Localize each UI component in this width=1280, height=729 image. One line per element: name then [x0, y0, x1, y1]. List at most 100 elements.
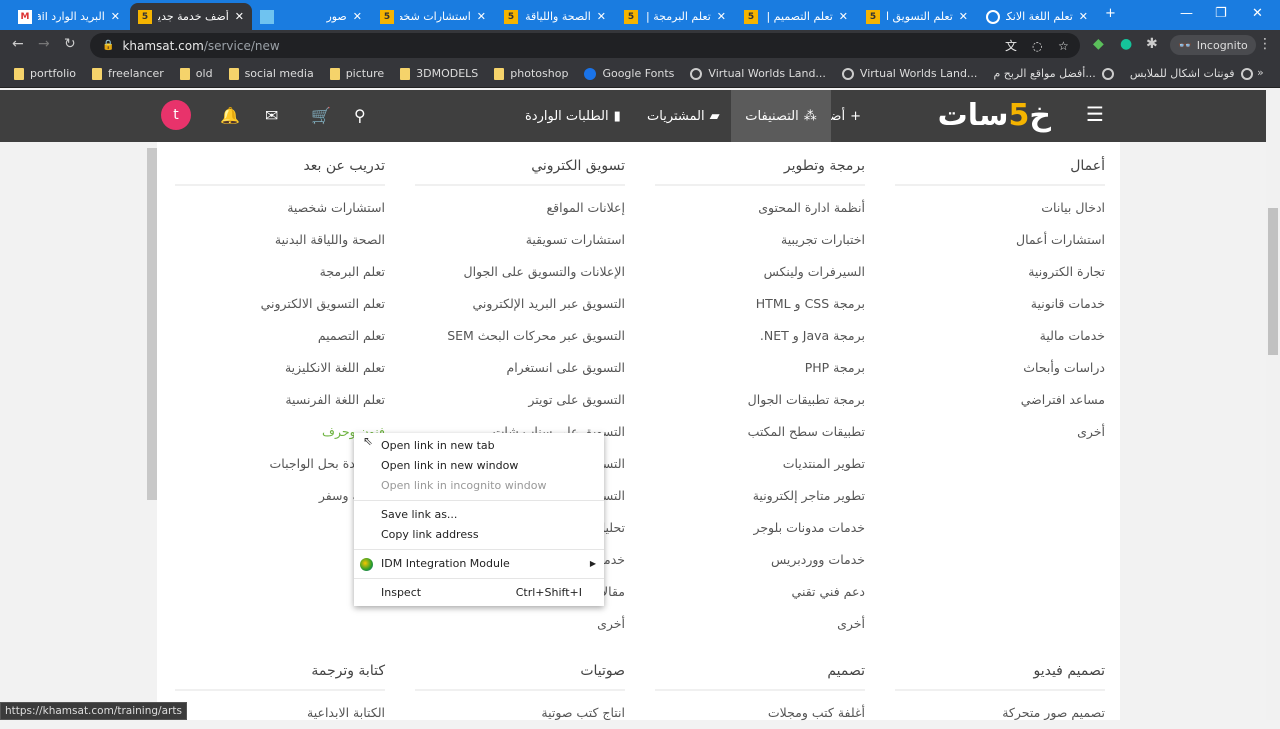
page-scrollbar[interactable] [1266, 90, 1280, 720]
subcategory-link[interactable]: استشارات تسويقية [415, 224, 625, 256]
subcategory-link[interactable]: التسويق على انستغرام [415, 352, 625, 384]
subcategory-link[interactable]: خدمات قانونية [895, 288, 1105, 320]
bookmark-item[interactable]: أفضل مواقع الربح م... [993, 67, 1114, 80]
bookmark-item[interactable]: Google Fonts [584, 67, 674, 80]
bookmark-item[interactable]: picture [329, 67, 384, 80]
subcategory-link[interactable]: دعم فني تقني [655, 576, 865, 608]
bookmark-item[interactable]: portfolio [14, 67, 76, 80]
bookmark-item[interactable]: Virtual Worlds Land... [841, 67, 977, 80]
subcategory-link[interactable]: تطوير متاجر إلكترونية [655, 480, 865, 512]
browser-tab[interactable]: صور ✕ [252, 3, 370, 30]
eye-off-icon[interactable]: ◌ [1032, 39, 1042, 53]
subcategory-link[interactable]: التسويق على تويتر [415, 384, 625, 416]
nav-purchases[interactable]: ▰ المشتريات [632, 90, 735, 142]
close-tab-icon[interactable]: ✕ [235, 10, 244, 23]
browser-tab[interactable]: 5 الصحة واللياقة ✕ [496, 3, 614, 30]
bookmark-item[interactable]: social media [228, 67, 314, 80]
grammarly-icon[interactable]: ● [1120, 36, 1132, 52]
reload-icon[interactable]: ↻ [64, 36, 76, 52]
subcategory-link[interactable]: تطوير المنتديات [655, 448, 865, 480]
bookmark-item[interactable]: freelancer [92, 67, 164, 80]
subcategory-link[interactable]: برمجة Java و NET. [655, 320, 865, 352]
close-tab-icon[interactable]: ✕ [111, 10, 120, 23]
category-heading[interactable]: كتابة وترجمة [175, 657, 385, 691]
search-icon[interactable]: ⚲ [354, 106, 366, 125]
browser-tab[interactable]: 5 أضف خدمة جديدة ✕ [130, 3, 252, 30]
subcategory-link[interactable]: انتاج كتب صوتية [415, 697, 625, 729]
subcategory-link[interactable]: مساعد افتراضي [895, 384, 1105, 416]
menu-open-new-tab[interactable]: Open link in new tab [354, 436, 604, 456]
menu-open-new-window[interactable]: Open link in new window [354, 456, 604, 476]
inner-scrollbar[interactable] [147, 148, 157, 500]
subcategory-link[interactable]: استشارات أعمال [895, 224, 1105, 256]
close-tab-icon[interactable]: ✕ [597, 10, 606, 23]
close-tab-icon[interactable]: ✕ [1079, 10, 1088, 23]
maximize-button[interactable]: ❐ [1215, 6, 1227, 21]
minimize-button[interactable]: — [1180, 6, 1193, 21]
subcategory-link[interactable]: خدمات ووردبريس [655, 544, 865, 576]
category-heading[interactable]: برمجة وتطوير [655, 152, 865, 186]
category-heading[interactable]: تدريب عن بعد [175, 152, 385, 186]
close-tab-icon[interactable]: ✕ [353, 10, 362, 23]
close-tab-icon[interactable]: ✕ [959, 10, 968, 23]
subcategory-link[interactable]: تعلم اللغة الفرنسية [175, 384, 385, 416]
extension-icon[interactable]: ◆ [1093, 36, 1104, 52]
subcategory-link[interactable]: خدمات مالية [895, 320, 1105, 352]
subcategory-link[interactable]: أخرى [655, 608, 865, 640]
subcategory-link[interactable]: تعلم البرمجة [175, 256, 385, 288]
browser-tab[interactable]: M البريد الوارد nail ✕ [10, 3, 128, 30]
category-heading[interactable]: تصميم فيديو [895, 657, 1105, 691]
bookmark-item[interactable]: old [179, 67, 213, 80]
browser-tab[interactable]: 5 تعلم البرمجة | خمسات ✕ [616, 3, 734, 30]
bookmark-item[interactable]: Virtual Worlds Land... [690, 67, 826, 80]
close-tab-icon[interactable]: ✕ [839, 10, 848, 23]
incognito-badge[interactable]: 👓 Incognito [1170, 35, 1256, 55]
subcategory-link[interactable]: تعلم اللغة الانكليزية [175, 352, 385, 384]
browser-tab[interactable]: تعلم اللغة الانكليزية ✕ [978, 3, 1096, 30]
avatar[interactable]: t [161, 100, 191, 130]
subcategory-link[interactable]: تطبيقات سطح المكتب [655, 416, 865, 448]
back-icon[interactable]: ← [12, 36, 24, 52]
subcategory-link[interactable]: إعلانات المواقع [415, 192, 626, 224]
bookmark-item[interactable]: فونتات اشكال للملابس [1130, 67, 1253, 80]
browser-tab[interactable]: 5 تعلم التصميم | خمسات ✕ [736, 3, 856, 30]
subcategory-link[interactable]: تجارة الكترونية [895, 256, 1105, 288]
nav-categories[interactable]: ⁂ التصنيفات [731, 90, 831, 142]
subcategory-link[interactable]: أغلفة كتب ومجلات [655, 697, 865, 729]
subcategory-link[interactable]: الصحة واللياقة البدنية [175, 224, 385, 256]
subcategory-link[interactable]: برمجة PHP [655, 352, 865, 384]
subcategory-link[interactable]: برمجة تطبيقات الجوال [655, 384, 865, 416]
subcategory-link[interactable]: ادخال بيانات [895, 192, 1105, 224]
subcategory-link[interactable]: أخرى [895, 416, 1105, 448]
subcategory-link[interactable]: أخرى [415, 608, 625, 640]
subcategory-link[interactable]: تعلم التسويق الالكتروني [175, 288, 385, 320]
subcategory-link[interactable]: التسويق عبر البريد الإلكتروني [415, 288, 625, 320]
bell-icon[interactable]: 🔔 [220, 106, 240, 125]
subcategory-link[interactable]: أنظمة ادارة المحتوى [655, 192, 865, 224]
menu-copy-link[interactable]: Copy link address [354, 525, 604, 545]
mail-icon[interactable]: ✉ [265, 106, 278, 125]
more-bookmarks-icon[interactable]: » [1257, 66, 1264, 79]
close-window-button[interactable]: ✕ [1252, 6, 1263, 21]
category-heading[interactable]: صوتيات [415, 657, 625, 691]
subcategory-link[interactable]: برمجة CSS و HTML [655, 288, 865, 320]
subcategory-link[interactable]: اختبارات تجريبية [655, 224, 865, 256]
address-bar[interactable]: 🔒 khamsat.com/service/new 文 ◌ ☆ [90, 33, 1080, 58]
cart-icon[interactable]: 🛒 [311, 106, 331, 125]
translate-icon[interactable]: 文 [1005, 37, 1017, 54]
close-tab-icon[interactable]: ✕ [717, 10, 726, 23]
subcategory-link[interactable]: دراسات وأبحاث [895, 352, 1105, 384]
subcategory-link[interactable]: السيرفرات ولينكس [655, 256, 865, 288]
bookmark-item[interactable]: photoshop [494, 67, 568, 80]
puzzle-icon[interactable]: ✱ [1146, 36, 1158, 52]
menu-kebab-icon[interactable]: ⋮ [1258, 36, 1272, 52]
menu-idm[interactable]: IDM Integration Module ▶ [354, 554, 604, 574]
subcategory-link[interactable]: تصميم صور متحركة [895, 697, 1105, 729]
khamsat-logo[interactable]: خ5سات [938, 98, 1051, 133]
new-tab-button[interactable]: + [1105, 6, 1116, 21]
forward-icon[interactable]: → [38, 36, 50, 52]
subcategory-link[interactable]: الكتابة الابداعية [175, 697, 385, 729]
category-heading[interactable]: تصميم [655, 657, 865, 691]
star-icon[interactable]: ☆ [1058, 39, 1069, 53]
subcategory-link[interactable]: خدمات مدونات بلوجر [655, 512, 865, 544]
